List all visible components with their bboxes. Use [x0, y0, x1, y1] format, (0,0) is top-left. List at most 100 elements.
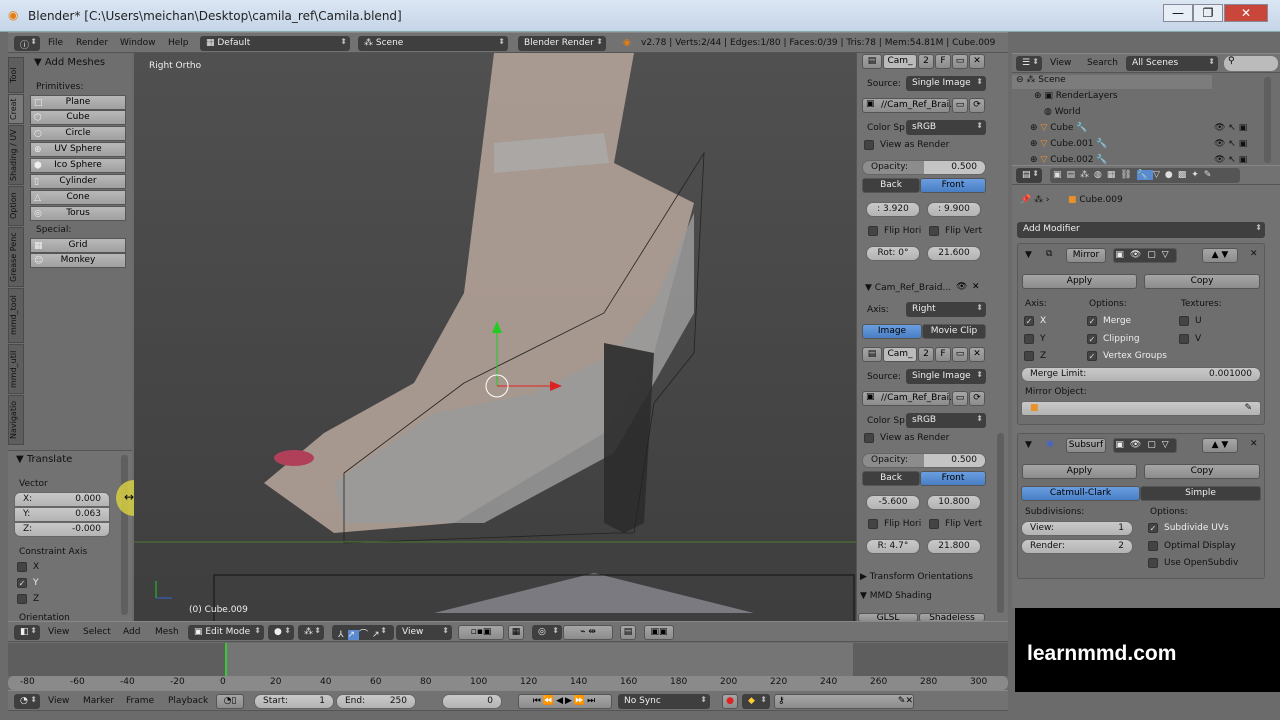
render-levels-field[interactable]: Render: 2 — [1021, 539, 1133, 554]
tab-grease-pencil[interactable]: Grease Penc — [8, 227, 24, 287]
source-dropdown[interactable]: Single Image — [906, 369, 986, 384]
rotation-field[interactable]: Rot: 0° — [866, 246, 920, 261]
flip-horizontal-checkbox[interactable] — [868, 226, 878, 236]
menu-view[interactable]: View — [48, 696, 69, 706]
layout-selector[interactable]: ▦ Default — [200, 36, 350, 51]
vector-x-field[interactable]: X: 0.000 — [14, 492, 110, 507]
operator-title[interactable]: ▼ Translate — [16, 454, 72, 465]
panel-add-meshes-header[interactable]: ▼ Add Meshes — [34, 57, 105, 68]
front-button[interactable]: Front — [920, 178, 986, 193]
scene-selector[interactable]: ⁂ Scene — [358, 36, 508, 51]
add-modifier-dropdown[interactable]: Add Modifier — [1017, 222, 1265, 238]
size-field[interactable]: 21.800 — [927, 539, 981, 554]
operator-scrollbar[interactable] — [121, 455, 128, 615]
tab-mmd-util[interactable]: mmd_util — [8, 344, 24, 394]
collapse-arrow-icon[interactable]: ▼ — [1025, 250, 1032, 260]
editor-type-button[interactable]: ⓘ — [14, 36, 40, 51]
current-frame-field[interactable]: 0 — [442, 694, 502, 709]
source-dropdown[interactable]: Single Image — [906, 76, 986, 91]
active-keying-set-field[interactable]: ⚷ ✎✕ — [774, 694, 914, 709]
mirror-axis-x-checkbox[interactable]: ✓ — [1024, 316, 1034, 326]
add-cone-button[interactable]: △ Cone — [30, 190, 126, 205]
mirror-axis-z-checkbox[interactable] — [1024, 351, 1034, 361]
proportional-edit-dropdown[interactable]: ◎ — [532, 625, 562, 640]
colorspace-dropdown[interactable]: sRGB — [906, 120, 986, 135]
minimize-button[interactable]: — — [1163, 4, 1193, 22]
outliner-item-renderlayers[interactable]: ⊕ ▣ RenderLayers — [1034, 91, 1118, 101]
remove-modifier-icon[interactable]: ✕ — [1250, 249, 1258, 259]
select-mode-buttons[interactable]: ▫▪▣ — [458, 625, 504, 640]
occlude-geometry-icon[interactable]: ▦ — [508, 625, 524, 640]
fake-user-button[interactable]: F — [935, 54, 951, 69]
image-path-field[interactable]: //Cam_Ref_Brai... — [862, 391, 958, 406]
outliner-view-menu[interactable]: View — [1050, 58, 1071, 68]
image-users-count[interactable]: 2 — [918, 54, 934, 69]
viewport-3d[interactable]: Right Ortho (0) Cube.009 — [134, 53, 856, 621]
unlink-image-icon[interactable]: ✕ — [969, 54, 985, 69]
clear-keying-set-icon[interactable]: ✎✕ — [898, 695, 913, 708]
catmull-clark-button[interactable]: Catmull-Clark — [1021, 486, 1140, 501]
menu-window[interactable]: Window — [120, 38, 156, 48]
add-grid-button[interactable]: ▦ Grid — [30, 238, 126, 253]
outliner-item-cube-002[interactable]: ⊕ ▽ Cube.002 🔧 — [1030, 155, 1108, 165]
menu-add[interactable]: Add — [123, 627, 140, 637]
opengl-render-buttons[interactable]: ▣▣ — [644, 625, 674, 640]
npanel-scrollbar[interactable] — [997, 433, 1004, 613]
snap-controls[interactable]: ⌁ ⇹ — [563, 625, 613, 640]
modifier-display-toggles[interactable]: ▣👁▢▽ — [1113, 248, 1177, 263]
mirror-apply-button[interactable]: Apply — [1022, 274, 1137, 289]
visibility-toggles[interactable]: 👁 ↖ ▣ — [1214, 139, 1247, 149]
pivot-selector[interactable]: ⁂ — [298, 625, 324, 640]
outliner-item-scene[interactable]: ⊖ ⁂ Scene — [1016, 75, 1066, 85]
add-plane-button[interactable]: □ Plane — [30, 95, 126, 110]
vector-y-field[interactable]: Y: 0.063 — [14, 507, 110, 522]
outliner-scrollbar[interactable] — [1264, 77, 1271, 163]
menu-render[interactable]: Render — [76, 38, 108, 48]
transform-orientations-panel[interactable]: ▶ Transform Orientations — [860, 572, 973, 582]
add-cube-button[interactable]: ⬡ Cube — [30, 110, 126, 125]
menu-frame[interactable]: Frame — [126, 696, 154, 706]
colorspace-dropdown[interactable]: sRGB — [906, 413, 986, 428]
render-preview-icon[interactable]: ▤ — [620, 625, 636, 640]
tab-create[interactable]: Creat — [8, 94, 24, 124]
add-circle-button[interactable]: ○ Circle — [30, 126, 126, 141]
record-keyframe-icon[interactable]: ● — [722, 694, 738, 709]
render-engine-selector[interactable]: Blender Render — [518, 36, 606, 51]
optimal-display-checkbox[interactable] — [1148, 541, 1158, 551]
modifier-display-toggles[interactable]: ▣👁▢▽ — [1113, 438, 1177, 453]
visibility-toggles[interactable]: 👁 ↖ ▣ — [1214, 123, 1247, 133]
browse-file-icon[interactable]: ▭ — [952, 391, 968, 406]
constraint-z-checkbox[interactable] — [17, 594, 27, 604]
translate-manipulator-icon[interactable]: ↗ — [347, 630, 360, 640]
remove-modifier-icon[interactable]: ✕ — [1250, 439, 1258, 449]
image-browse-button[interactable]: ▤ — [862, 54, 882, 69]
add-cylinder-button[interactable]: ▯ Cylinder — [30, 174, 126, 189]
image-name-field[interactable]: Cam_ — [883, 347, 917, 362]
subsurf-copy-button[interactable]: Copy — [1144, 464, 1260, 479]
tab-navigation[interactable]: Navigatio — [8, 395, 24, 445]
axis-dropdown[interactable]: Right — [906, 302, 986, 317]
unlink-image-icon[interactable]: ✕ — [969, 347, 985, 362]
tab-options[interactable]: Option — [8, 186, 24, 226]
view-levels-field[interactable]: View: 1 — [1021, 521, 1133, 536]
mmd-shading-panel[interactable]: ▼ MMD Shading — [860, 591, 932, 601]
vector-z-field[interactable]: Z: -0.000 — [14, 522, 110, 537]
mirror-axis-y-checkbox[interactable] — [1024, 334, 1034, 344]
move-modifier-buttons[interactable]: ▲ ▼ — [1202, 248, 1238, 263]
collapse-arrow-icon[interactable]: ▼ — [1025, 440, 1032, 450]
preview-range-lock-icons[interactable]: ◔▯ — [216, 694, 244, 709]
transform-orientation-dropdown[interactable]: View — [396, 625, 452, 640]
background-image-2-header[interactable]: ▼ Cam_Ref_Braid... — [865, 283, 951, 293]
offset-y-field[interactable]: 10.800 — [927, 495, 981, 510]
merge-limit-field[interactable]: Merge Limit: 0.001000 — [1021, 367, 1261, 382]
modifier-name-field[interactable]: Subsurf — [1066, 438, 1106, 453]
menu-mesh[interactable]: Mesh — [155, 627, 179, 637]
view-as-render-checkbox[interactable] — [864, 140, 874, 150]
menu-view[interactable]: View — [48, 627, 69, 637]
editor-type-button[interactable]: ◧ — [14, 625, 40, 640]
use-opensubdiv-checkbox[interactable] — [1148, 558, 1158, 568]
browse-file-icon[interactable]: ▭ — [952, 98, 968, 113]
reload-icon[interactable]: ⟳ — [969, 391, 985, 406]
mirror-object-field[interactable]: ■ ✎ — [1021, 401, 1261, 416]
mode-selector[interactable]: ▣ Edit Mode — [188, 625, 264, 640]
